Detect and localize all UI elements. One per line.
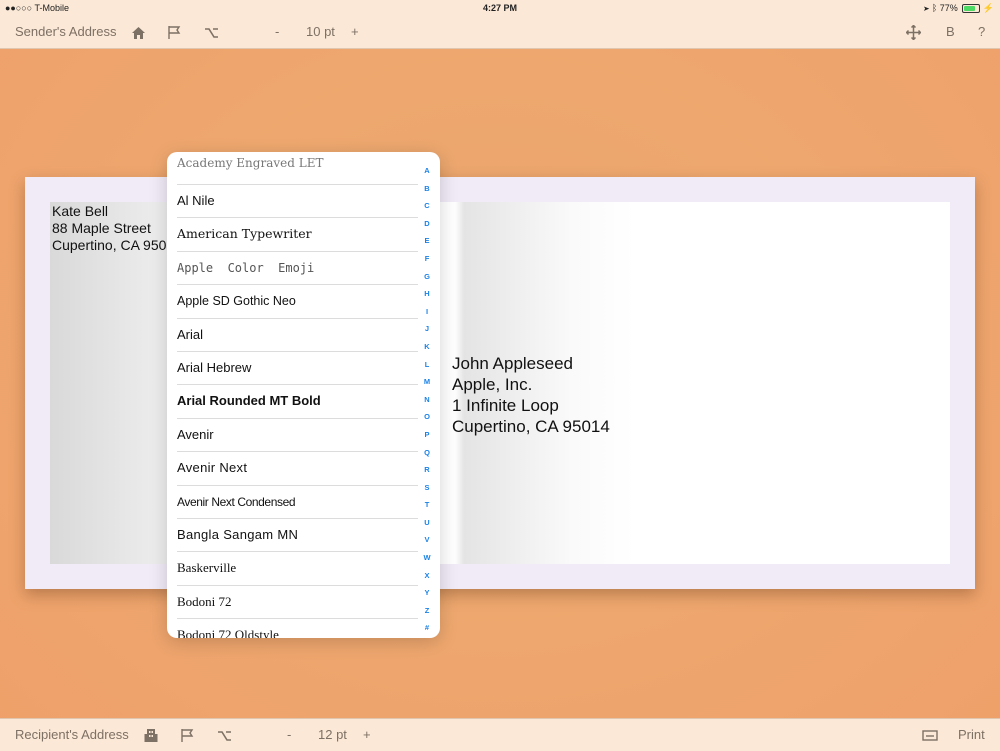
font-item[interactable]: Avenir (177, 419, 418, 453)
font-size-label: 12 pt (318, 727, 347, 742)
font-item[interactable]: Avenir Next Condensed (177, 486, 418, 519)
option-icon[interactable] (204, 16, 219, 48)
battery-percent: 77% (939, 3, 958, 13)
sender-address[interactable]: Kate Bell 88 Maple Street Cupertino, CA … (52, 203, 182, 254)
status-bar: ●●○○○ T-Mobile 4:27 PM ➤ ᛒ 77% ⚡ (0, 0, 1000, 16)
location-icon: ➤ (923, 3, 930, 13)
index-letter[interactable]: X (422, 567, 432, 585)
font-list: Academy Engraved LET Al Nile American Ty… (177, 152, 440, 638)
font-item[interactable]: Academy Engraved LET (177, 152, 418, 185)
recipient-name: John Appleseed (452, 354, 573, 373)
senders-address-button[interactable]: Sender's Address (15, 16, 117, 48)
font-item[interactable]: Apple Color Emoji (177, 252, 418, 286)
font-item[interactable]: Bodoni 72 Oldstyle (177, 619, 418, 638)
help-button[interactable]: ? (978, 16, 985, 48)
decrease-size-button[interactable]: - (275, 16, 279, 48)
index-letter[interactable]: M (422, 373, 432, 391)
index-letter[interactable]: U (422, 514, 432, 532)
home-icon[interactable] (131, 16, 146, 48)
option-icon[interactable] (217, 719, 232, 751)
index-letter[interactable]: P (422, 426, 432, 444)
index-letter[interactable]: K (422, 338, 432, 356)
index-letter[interactable]: L (422, 356, 432, 374)
index-letter[interactable]: R (422, 461, 432, 479)
sender-name: Kate Bell (52, 203, 109, 219)
index-letter[interactable]: Y (422, 584, 432, 602)
index-letter[interactable]: S (422, 479, 432, 497)
index-letter[interactable]: B (422, 180, 432, 198)
index-letter[interactable]: T (422, 496, 432, 514)
index-letter[interactable]: A (422, 162, 432, 180)
index-letter[interactable]: O (422, 408, 432, 426)
increase-size-button[interactable]: + (351, 16, 359, 48)
index-letter[interactable]: H (422, 285, 432, 303)
index-letter[interactable]: Q (422, 444, 432, 462)
increase-size-button[interactable]: + (363, 719, 371, 751)
flag-icon[interactable] (167, 16, 181, 48)
recipients-address-button[interactable]: Recipient's Address (15, 719, 129, 751)
font-item[interactable]: Arial (177, 319, 418, 352)
building-icon[interactable] (144, 719, 158, 751)
font-picker-popover: Academy Engraved LET Al Nile American Ty… (167, 152, 440, 638)
index-letter[interactable]: # (422, 619, 432, 637)
font-item[interactable]: Arial Hebrew (177, 352, 418, 386)
envelope-size-icon[interactable] (922, 719, 938, 751)
move-icon[interactable] (905, 16, 922, 48)
index-letter[interactable]: E (422, 232, 432, 250)
recipient-address[interactable]: John Appleseed Apple, Inc. 1 Infinite Lo… (452, 353, 610, 437)
flag-icon[interactable] (180, 719, 194, 751)
status-right: ➤ ᛒ 77% ⚡ (924, 3, 994, 14)
bold-button[interactable]: B (946, 16, 955, 48)
popover-arrow (439, 384, 450, 406)
recipient-company: Apple, Inc. (452, 375, 533, 394)
charging-icon: ⚡ (982, 3, 994, 13)
recipient-street: 1 Infinite Loop (452, 396, 559, 415)
font-item[interactable]: Al Nile (177, 185, 418, 219)
index-letter[interactable]: W (422, 549, 432, 567)
font-item[interactable]: Avenir Next (177, 452, 418, 486)
index-letter[interactable]: V (422, 531, 432, 549)
index-letter[interactable]: C (422, 197, 432, 215)
font-size-label: 10 pt (306, 24, 335, 39)
sender-city: Cupertino, CA 95014 (52, 237, 182, 253)
index-letter[interactable]: G (422, 268, 432, 286)
bottom-toolbar: Recipient's Address - 12 pt + Print (0, 718, 1000, 751)
index-letter[interactable]: N (422, 391, 432, 409)
print-button[interactable]: Print (958, 719, 985, 751)
font-item[interactable]: Bangla Sangam MN (177, 519, 418, 553)
clock: 4:27 PM (482, 3, 517, 13)
font-item[interactable]: Arial Rounded MT Bold (177, 385, 418, 419)
font-item[interactable]: Bodoni 72 (177, 586, 418, 620)
index-letter[interactable]: I (422, 303, 432, 321)
sender-street: 88 Maple Street (52, 220, 151, 236)
index-letter[interactable]: J (422, 320, 432, 338)
index-letter[interactable]: D (422, 215, 432, 233)
top-toolbar: Sender's Address - 10 pt + B ? (0, 16, 1000, 49)
font-item[interactable]: Baskerville (177, 552, 418, 586)
index-letter[interactable]: Z (422, 602, 432, 620)
bluetooth-icon: ᛒ (931, 3, 938, 13)
index-letter[interactable]: F (422, 250, 432, 268)
battery-icon (962, 4, 981, 14)
decrease-size-button[interactable]: - (287, 719, 291, 751)
font-item[interactable]: American Typewriter (177, 218, 418, 252)
font-item[interactable]: Apple SD Gothic Neo (177, 285, 418, 319)
recipient-city: Cupertino, CA 95014 (452, 417, 610, 436)
alphabet-index[interactable]: A B C D E F G H I J K L M N O P Q R S T U V W X Y Z # (422, 162, 432, 637)
